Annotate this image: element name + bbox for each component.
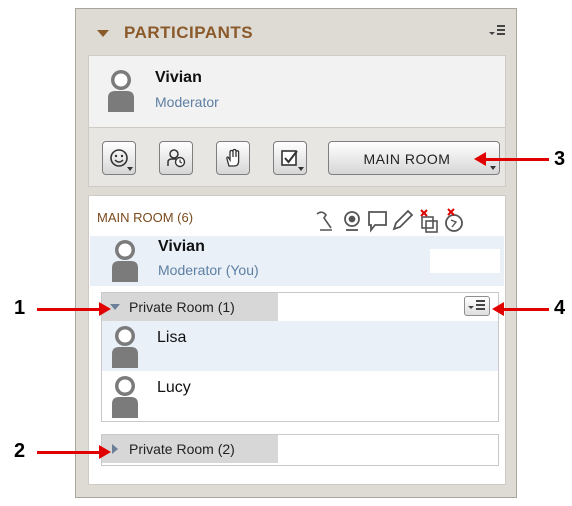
callout-number-4: 4 (554, 297, 566, 319)
private-room-1-group: Private Room (1) Lisa Lucy (101, 292, 499, 422)
room-options-button[interactable] (464, 296, 490, 316)
attendee-column-icons (316, 208, 463, 233)
callout-arrow-1-head (99, 302, 111, 316)
callout-number-2: 2 (14, 440, 26, 462)
callout-number-1: 1 (14, 297, 26, 319)
emoticon-button[interactable] (102, 141, 136, 175)
my-role: Moderator (You) (158, 262, 259, 278)
checkbox-icon (281, 150, 298, 166)
current-user-name: Vivian (155, 69, 202, 86)
callout-arrow-4-head (492, 302, 504, 316)
private-room-2-header[interactable]: Private Room (2) (102, 435, 498, 463)
pencil-icon (392, 209, 414, 231)
callout-arrow-1-line (37, 308, 101, 311)
status-toolbar: MAIN ROOM (88, 127, 506, 187)
attendee-list: MAIN ROOM (6) Vivian Moderator (You) Pri… (88, 195, 506, 485)
private-room-2-group: Private Room (2) (101, 434, 499, 466)
user-avatar-icon (108, 70, 134, 112)
attendee-name: Lucy (157, 379, 191, 396)
away-clock-icon (167, 149, 186, 168)
main-room-label: MAIN ROOM (6) (97, 210, 194, 225)
status-cell (430, 249, 500, 273)
callout-arrow-4-line (502, 308, 549, 311)
private-room-2-label: Private Room (2) (129, 441, 235, 457)
my-name: Vivian (158, 238, 205, 255)
chat-icon (368, 211, 387, 233)
collapsed-arrow-icon[interactable] (112, 444, 118, 454)
options-menu-icon (468, 300, 485, 310)
step-away-button[interactable] (159, 141, 193, 175)
participants-panel: PARTICIPANTS Vivian Moderator MAIN ROOM … (75, 8, 517, 498)
options-menu-icon[interactable] (488, 23, 506, 39)
my-attendee-row[interactable]: Vivian Moderator (You) (90, 236, 504, 286)
collapse-arrow-icon[interactable] (97, 30, 109, 37)
share-app-disabled-icon (420, 209, 438, 233)
callout-number-3: 3 (554, 148, 566, 170)
expanded-arrow-icon[interactable] (110, 304, 120, 310)
web-tour-disabled-icon (445, 208, 463, 232)
webcam-icon (344, 211, 360, 231)
feedback-button[interactable] (273, 141, 307, 175)
callout-arrow-2-line (37, 451, 101, 454)
hand-icon (226, 148, 240, 167)
panel-header: PARTICIPANTS (76, 9, 516, 53)
user-avatar-icon (112, 240, 138, 282)
callout-arrow-2-head (99, 445, 111, 459)
dropdown-arrow-icon (490, 166, 496, 170)
telephone-icon (316, 211, 332, 231)
attendee-name: Lisa (157, 329, 187, 346)
callout-arrow-3-head (474, 152, 486, 166)
smiley-icon (110, 149, 128, 167)
user-avatar-icon (112, 326, 138, 368)
attendee-row[interactable]: Lucy (102, 371, 498, 421)
dropdown-arrow-icon (127, 167, 133, 171)
attendee-row[interactable]: Lisa (102, 321, 498, 371)
current-user-role: Moderator (155, 94, 219, 110)
private-room-1-header[interactable]: Private Room (1) (102, 293, 498, 321)
panel-title: PARTICIPANTS (124, 23, 254, 42)
callout-arrow-3-line (484, 158, 549, 161)
dropdown-arrow-icon (298, 167, 304, 171)
main-room-button-label: MAIN ROOM (363, 151, 451, 167)
private-room-1-label: Private Room (1) (129, 299, 235, 315)
current-user-card: Vivian Moderator (88, 55, 506, 127)
user-avatar-icon (112, 376, 138, 418)
raise-hand-button[interactable] (216, 141, 250, 175)
